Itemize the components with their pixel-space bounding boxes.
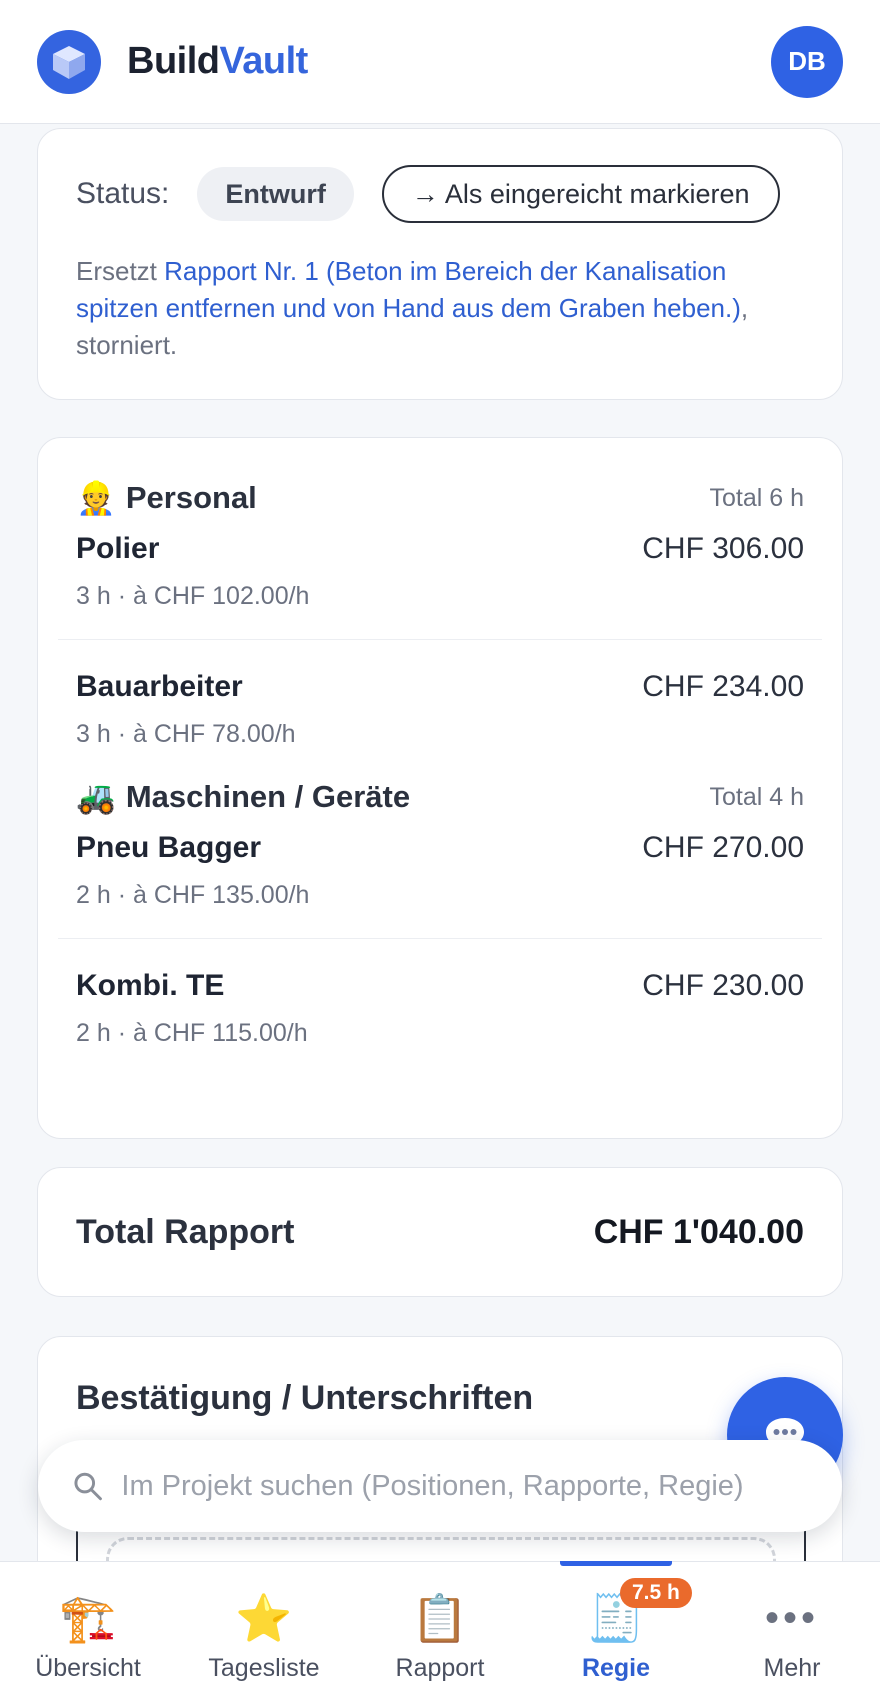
line-item[interactable]: Kombi. TE CHF 230.00 2 h · à CHF 115.00/… bbox=[76, 969, 804, 1048]
status-badge: Entwurf bbox=[197, 167, 354, 221]
bottom-navigation: 🏗️ Übersicht ⭐ Tagesliste 📋 Rapport 🧾 7.… bbox=[0, 1561, 880, 1708]
line-item[interactable]: Bauarbeiter CHF 234.00 3 h · à CHF 78.00… bbox=[76, 670, 804, 749]
nav-label: Tagesliste bbox=[208, 1654, 320, 1682]
hours-badge: 7.5 h bbox=[620, 1578, 692, 1608]
section-title-machines: Maschinen / Geräte bbox=[125, 779, 411, 814]
nav-item-mehr[interactable]: ••• Mehr bbox=[704, 1562, 880, 1708]
item-detail: 3 h · à CHF 78.00/h bbox=[76, 720, 296, 748]
more-dots-icon: ••• bbox=[764, 1596, 819, 1640]
app-header: BuildVault DB bbox=[0, 0, 880, 124]
construction-worker-icon: 👷 bbox=[76, 480, 116, 516]
search-input[interactable] bbox=[121, 1469, 808, 1503]
brand-name[interactable]: BuildVault bbox=[127, 40, 308, 83]
status-card: Status: Entwurf → Als eingereicht markie… bbox=[37, 128, 843, 400]
item-price: CHF 230.00 bbox=[642, 969, 804, 1002]
machines-total: Total 4 h bbox=[709, 782, 804, 811]
section-title-personal: Personal bbox=[125, 480, 257, 515]
nav-label: Mehr bbox=[763, 1654, 821, 1682]
nav-label: Übersicht bbox=[35, 1654, 141, 1682]
total-value: CHF 1'040.00 bbox=[593, 1212, 804, 1251]
brand-part-build: Build bbox=[127, 40, 220, 82]
machines-section-header: 🚜 Maschinen / Geräte Total 4 h bbox=[76, 767, 804, 827]
personal-section-header: 👷 Personal Total 6 h bbox=[76, 468, 804, 528]
nav-item-regie[interactable]: 🧾 7.5 h Regie bbox=[528, 1561, 704, 1708]
nav-item-rapport[interactable]: 📋 Rapport bbox=[352, 1562, 528, 1708]
divider bbox=[58, 639, 822, 640]
nav-item-uebersicht[interactable]: 🏗️ Übersicht bbox=[0, 1562, 176, 1708]
item-detail: 3 h · à CHF 102.00/h bbox=[76, 582, 310, 610]
item-detail: 2 h · à CHF 135.00/h bbox=[76, 881, 310, 909]
item-name: Polier bbox=[76, 532, 160, 565]
personal-total: Total 6 h bbox=[709, 483, 804, 512]
star-icon: ⭐ bbox=[235, 1592, 293, 1644]
line-item[interactable]: Polier CHF 306.00 3 h · à CHF 102.00/h bbox=[76, 532, 804, 639]
replaces-note: Ersetzt Rapport Nr. 1 (Beton im Bereich … bbox=[76, 253, 804, 364]
tractor-icon: 🚜 bbox=[76, 779, 116, 815]
item-detail: 2 h · à CHF 115.00/h bbox=[76, 1019, 308, 1047]
nav-item-tagesliste[interactable]: ⭐ Tagesliste bbox=[176, 1562, 352, 1708]
divider bbox=[58, 938, 822, 939]
search-icon bbox=[74, 1472, 102, 1501]
clipboard-icon: 📋 bbox=[411, 1592, 469, 1644]
report-items-card: 👷 Personal Total 6 h Polier CHF 306.00 3 … bbox=[37, 437, 843, 1139]
nav-label: Regie bbox=[581, 1654, 651, 1682]
brand-part-vault: Vault bbox=[219, 40, 308, 82]
active-indicator bbox=[560, 1561, 672, 1566]
line-item[interactable]: Pneu Bagger CHF 270.00 2 h · à CHF 135.0… bbox=[76, 831, 804, 938]
total-card: Total Rapport CHF 1'040.00 bbox=[37, 1167, 843, 1297]
nav-label: Rapport bbox=[395, 1654, 485, 1682]
item-name: Pneu Bagger bbox=[76, 831, 262, 864]
crane-icon: 🏗️ bbox=[59, 1592, 117, 1644]
item-name: Kombi. TE bbox=[76, 969, 225, 1002]
cube-logo-icon[interactable] bbox=[37, 29, 101, 94]
user-avatar[interactable]: DB bbox=[771, 25, 843, 98]
replaced-report-link[interactable]: Rapport Nr. 1 (Beton im Bereich der Kana… bbox=[76, 256, 741, 323]
item-price: CHF 270.00 bbox=[642, 831, 804, 864]
item-price: CHF 234.00 bbox=[642, 670, 804, 703]
project-search[interactable] bbox=[38, 1440, 842, 1532]
mark-submitted-button[interactable]: → Als eingereicht markieren bbox=[381, 165, 780, 223]
item-name: Bauarbeiter bbox=[76, 670, 243, 703]
total-label: Total Rapport bbox=[76, 1212, 295, 1251]
item-price: CHF 306.00 bbox=[642, 532, 804, 565]
confirmation-title: Bestätigung / Unterschriften bbox=[76, 1379, 534, 1417]
replaces-prefix: Ersetzt bbox=[76, 256, 157, 286]
status-label: Status: bbox=[76, 177, 170, 210]
